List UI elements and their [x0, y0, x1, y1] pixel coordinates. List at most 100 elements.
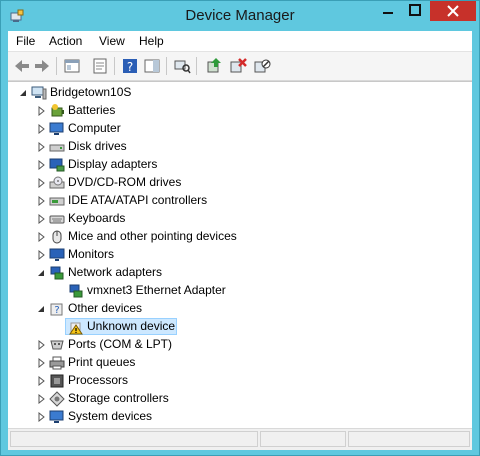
close-button[interactable] [430, 1, 476, 21]
tree-item-label: Monitors [68, 247, 115, 261]
expanded-arrow-icon[interactable] [36, 268, 46, 278]
tree-item-label: Disk drives [68, 139, 127, 153]
status-bar [8, 428, 472, 450]
device-tree[interactable]: Bridgetown10S Batteries Computer Disk dr… [8, 81, 472, 429]
back-arrow-icon[interactable] [12, 56, 32, 76]
collapsed-arrow-icon[interactable] [36, 214, 46, 224]
collapsed-arrow-icon[interactable] [36, 358, 46, 368]
mouse-icon [52, 230, 62, 244]
tree-item-label: Network adapters [68, 265, 163, 279]
collapsed-arrow-icon[interactable] [36, 412, 46, 422]
toolbar-separator [56, 57, 57, 75]
status-pane-3 [348, 431, 470, 447]
uninstall-icon[interactable] [228, 56, 248, 76]
tree-root-label: Bridgetown10S [50, 85, 132, 99]
menu-view[interactable]: View [99, 34, 125, 48]
client-area: File Action View Help ? Bridgetown10S Ba… [8, 31, 472, 450]
toolbar-separator [196, 57, 197, 75]
maximize-button[interactable] [402, 1, 428, 21]
device-manager-window: Device Manager File Action View Help ? B… [0, 0, 480, 456]
tree-item-label: Print queues [68, 355, 136, 369]
tree-item-other-devices[interactable]: ? Other devices [8, 300, 472, 318]
tree-item-label: Keyboards [68, 211, 126, 225]
menu-action[interactable]: Action [49, 34, 82, 48]
system-devices-icon [49, 410, 64, 423]
tree-item-label: Processors [68, 373, 129, 387]
tree-item-storage-controllers[interactable]: Storage controllers [8, 390, 472, 408]
tree-item-dvd-drives[interactable]: DVD/CD-ROM drives [8, 174, 472, 192]
toolbar-separator [114, 57, 115, 75]
tree-item-keyboards[interactable]: Keyboards [8, 210, 472, 228]
collapsed-arrow-icon[interactable] [36, 196, 46, 206]
tree-item-monitors[interactable]: Monitors [8, 246, 472, 264]
properties-icon[interactable] [90, 56, 110, 76]
keyboard-icon [49, 215, 65, 224]
expanded-arrow-icon[interactable] [36, 304, 46, 314]
disable-icon[interactable] [252, 56, 272, 76]
collapsed-arrow-icon[interactable] [36, 394, 46, 404]
toolbar-separator [166, 57, 167, 75]
tree-item-label: System devices [68, 409, 153, 423]
menu-help[interactable]: Help [139, 34, 164, 48]
svg-text:?: ? [54, 305, 59, 316]
scan-hardware-icon[interactable] [172, 56, 192, 76]
menu-file[interactable]: File [16, 34, 35, 48]
svg-text:?: ? [127, 60, 133, 74]
tree-item-label: Storage controllers [68, 391, 169, 405]
monitor-icon [49, 248, 65, 261]
tree-item-disk-drives[interactable]: Disk drives [8, 138, 472, 156]
tree-item-mice[interactable]: Mice and other pointing devices [8, 228, 472, 246]
storage-controller-icon [49, 391, 65, 407]
tree-item-print-queues[interactable]: Print queues [8, 354, 472, 372]
update-driver-icon[interactable] [204, 56, 224, 76]
collapsed-arrow-icon[interactable] [36, 142, 46, 152]
tree-item-network-adapters[interactable]: Network adapters [8, 264, 472, 282]
display-adapter-icon [49, 158, 65, 172]
help-icon[interactable]: ? [120, 56, 140, 76]
tree-item-ports[interactable]: Ports (COM & LPT) [8, 336, 472, 354]
expanded-arrow-icon[interactable] [18, 88, 28, 98]
forward-arrow-icon[interactable] [32, 56, 52, 76]
tree-item-label: IDE ATA/ATAPI controllers [68, 193, 208, 207]
tree-item-label: vmxnet3 Ethernet Adapter [87, 283, 226, 297]
tree-item-system-devices[interactable]: System devices [8, 408, 472, 426]
collapsed-arrow-icon[interactable] [36, 106, 46, 116]
tree-item-processors[interactable]: Processors [8, 372, 472, 390]
collapsed-arrow-icon[interactable] [36, 178, 46, 188]
collapsed-arrow-icon[interactable] [36, 160, 46, 170]
other-devices-icon: ? [50, 303, 63, 316]
disk-drive-icon [49, 144, 65, 152]
tree-item-unknown-device[interactable]: Unknown device [8, 318, 472, 336]
tree-item-label: Ports (COM & LPT) [68, 337, 173, 351]
collapsed-arrow-icon[interactable] [36, 340, 46, 350]
collapsed-arrow-icon[interactable] [36, 124, 46, 134]
status-pane-1 [10, 431, 258, 447]
tree-item-vmxnet3-adapter[interactable]: vmxnet3 Ethernet Adapter [8, 282, 472, 300]
minimize-icon [383, 12, 393, 14]
tree-item-label: Batteries [68, 103, 116, 117]
port-icon [50, 340, 64, 350]
tree-item-label: Unknown device [87, 319, 176, 333]
tree-item-ide-controllers[interactable]: IDE ATA/ATAPI controllers [8, 192, 472, 210]
tree-item-computer[interactable]: Computer [8, 120, 472, 138]
tree-item-batteries[interactable]: Batteries [8, 102, 472, 120]
tree-item-display-adapters[interactable]: Display adapters [8, 156, 472, 174]
warning-icon [69, 322, 83, 335]
tree-item-label: Mice and other pointing devices [68, 229, 237, 243]
processor-icon [50, 374, 64, 388]
network-adapter-icon [50, 266, 64, 280]
printer-icon [49, 356, 65, 370]
computer-icon [31, 86, 47, 100]
show-hide-tree-icon[interactable] [62, 56, 82, 76]
collapsed-arrow-icon[interactable] [36, 250, 46, 260]
title-bar[interactable]: Device Manager [1, 1, 479, 31]
tree-root[interactable]: Bridgetown10S [8, 84, 472, 102]
tree-item-label: Computer [68, 121, 121, 135]
collapsed-arrow-icon[interactable] [36, 232, 46, 242]
computer-icon [49, 122, 64, 135]
action-pane-icon[interactable] [142, 56, 162, 76]
network-adapter-icon [69, 284, 83, 298]
collapsed-arrow-icon[interactable] [36, 376, 46, 386]
ide-controller-icon [49, 197, 65, 206]
minimize-button[interactable] [375, 1, 401, 21]
